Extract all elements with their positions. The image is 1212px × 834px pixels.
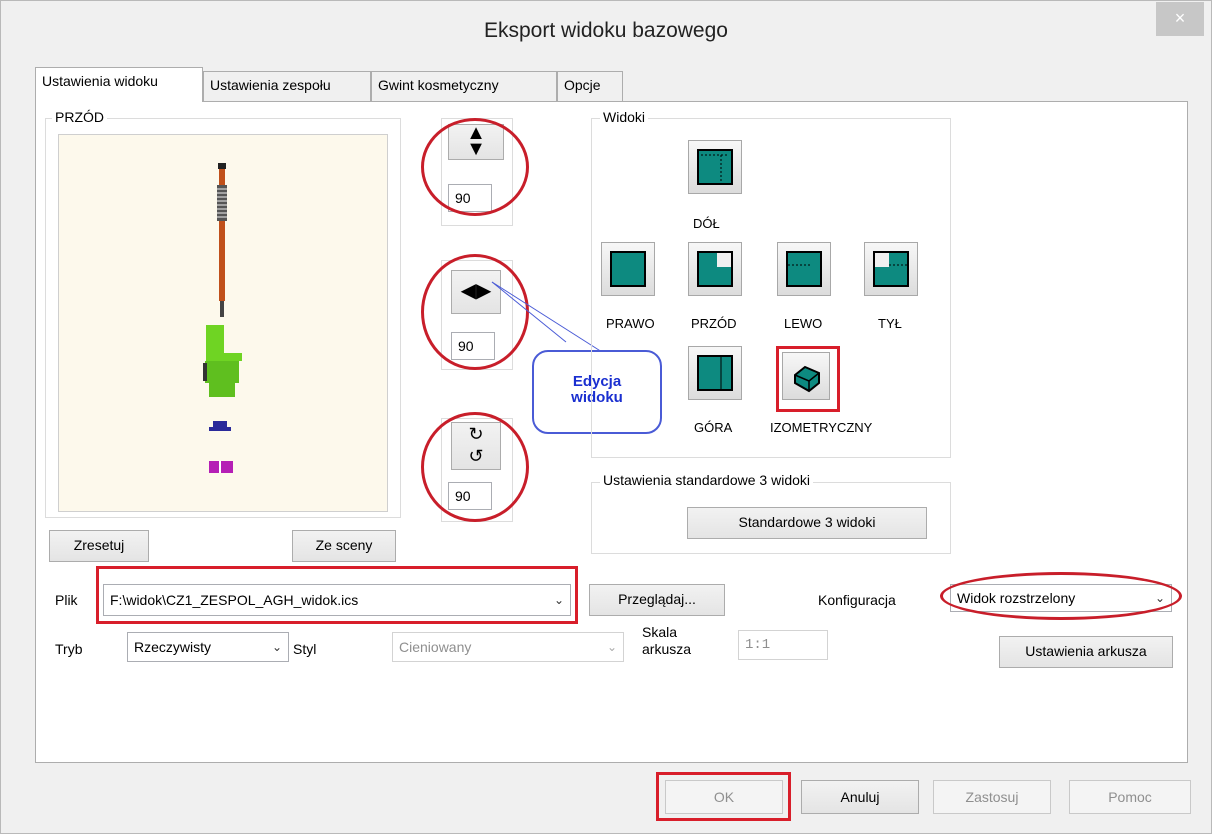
- preview-canvas: [58, 134, 388, 512]
- view-right-button[interactable]: [601, 242, 655, 296]
- chevron-down-icon: ⌄: [606, 640, 617, 654]
- scale-label-line-2: arkusza: [642, 641, 692, 657]
- view-bottom-button[interactable]: [688, 140, 742, 194]
- isometric-highlight: [776, 346, 840, 412]
- view-back-button[interactable]: [864, 242, 918, 296]
- scale-label: Skala arkusza: [642, 624, 691, 658]
- right-view-icon: [610, 251, 646, 287]
- cancel-button[interactable]: Anuluj: [801, 780, 919, 814]
- file-label: Plik: [55, 592, 78, 608]
- view-top-label: GÓRA: [694, 420, 733, 435]
- view-front-label: PRZÓD: [691, 316, 737, 331]
- bottom-view-icon: [697, 149, 733, 185]
- vertical-rotation-highlight: [421, 118, 529, 216]
- view-top-button[interactable]: [688, 346, 742, 400]
- help-button[interactable]: Pomoc: [1069, 780, 1191, 814]
- view-left-button[interactable]: [777, 242, 831, 296]
- close-button[interactable]: ×: [1156, 2, 1204, 36]
- export-dialog: Eksport widoku bazowego × Ustawienia wid…: [0, 0, 1212, 834]
- from-scene-button[interactable]: Ze sceny: [292, 530, 396, 562]
- view-isometric-label: IZOMETRYCZNY: [770, 420, 873, 435]
- view-back-label: TYŁ: [878, 316, 902, 331]
- configuration-label: Konfiguracja: [818, 592, 896, 608]
- tab-cosmetic-thread[interactable]: Gwint kosmetyczny: [371, 71, 557, 101]
- view-right-label: PRAWO: [606, 316, 655, 331]
- mode-label: Tryb: [55, 641, 83, 657]
- view-front-button[interactable]: [688, 242, 742, 296]
- chevron-down-icon: ⌄: [271, 640, 282, 654]
- view-left-label: LEWO: [784, 316, 823, 331]
- reset-button[interactable]: Zresetuj: [49, 530, 149, 562]
- assembly-preview-image: [203, 163, 242, 473]
- standard-views-label: Ustawienia standardowe 3 widoki: [600, 472, 813, 488]
- style-label: Styl: [293, 641, 317, 657]
- standard-3-views-button[interactable]: Standardowe 3 widoki: [687, 507, 927, 539]
- tab-assembly-settings[interactable]: Ustawienia zespołu: [203, 71, 371, 101]
- views-label: Widoki: [600, 109, 649, 125]
- ok-highlight: [656, 772, 791, 821]
- apply-button[interactable]: Zastosuj: [933, 780, 1051, 814]
- dialog-title: Eksport widoku bazowego: [484, 19, 728, 42]
- mode-dropdown[interactable]: Rzeczywisty ⌄: [127, 632, 289, 662]
- style-value: Cieniowany: [399, 639, 472, 655]
- browse-button[interactable]: Przeglądaj...: [589, 584, 725, 616]
- file-path-highlight: [96, 566, 578, 624]
- back-view-icon: [873, 251, 909, 287]
- style-dropdown[interactable]: Cieniowany ⌄: [392, 632, 624, 662]
- configuration-highlight: [940, 572, 1182, 620]
- front-view-icon: [697, 251, 733, 287]
- mode-value: Rzeczywisty: [134, 639, 212, 655]
- view-bottom-label: DÓŁ: [693, 216, 720, 231]
- left-view-icon: [786, 251, 822, 287]
- title-bar: Eksport widoku bazowego ×: [1, 1, 1211, 61]
- scale-input[interactable]: 1:1: [738, 630, 828, 660]
- top-view-icon: [697, 355, 733, 391]
- tab-options[interactable]: Opcje: [557, 71, 623, 101]
- sheet-settings-button[interactable]: Ustawienia arkusza: [999, 636, 1173, 668]
- tab-view-settings[interactable]: Ustawienia widoku: [35, 67, 203, 102]
- scale-label-line-1: Skala: [642, 624, 678, 640]
- tab-panel: PRZÓD Zresetuj Ze sceny ▲ ▼ 90 ◀▶ 90 ↻ ↺…: [35, 101, 1188, 763]
- preview-label: PRZÓD: [52, 109, 107, 125]
